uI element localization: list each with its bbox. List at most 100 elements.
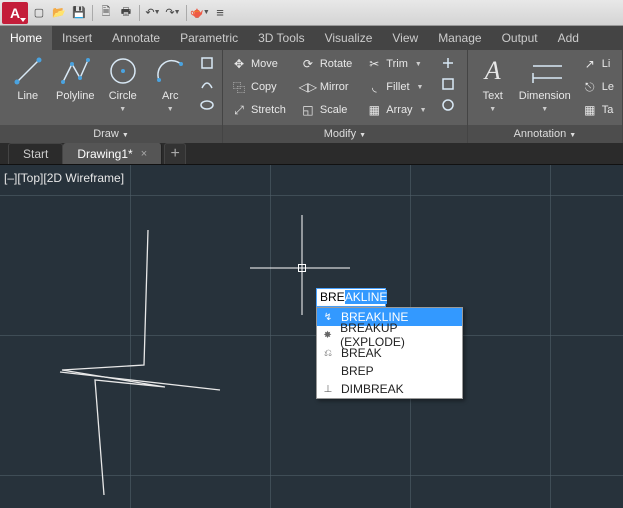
close-icon[interactable]: × [141, 148, 147, 160]
table-button[interactable]: ▦Ta [580, 100, 616, 120]
arc-label: Arc [162, 90, 179, 102]
qat-saveas[interactable]: 🗎 [97, 4, 115, 22]
array-icon: ▦ [366, 102, 382, 118]
ribbon-tab-3dtools[interactable]: 3D Tools [248, 26, 314, 50]
polyline-button[interactable]: Polyline [54, 54, 98, 102]
tab-label: Drawing1* [77, 147, 132, 161]
tab-start[interactable]: Start [8, 143, 63, 164]
qat-undo[interactable]: ↶▼ [144, 4, 162, 22]
title-bar: A ▢ 📂 💾 🗎 🖶 ↶▼ ↷▼ 🫖▼ ≡ [0, 0, 623, 26]
chevron-down-icon: ▼ [420, 107, 427, 114]
dynamic-input[interactable]: BREAKLINE [316, 288, 386, 307]
add-tab-button[interactable]: + [164, 143, 186, 164]
copy-button[interactable]: ⿻Copy [229, 77, 288, 97]
ribbon: Line Polyline Circle ▼ Arc ▼ Draw▼ [0, 50, 623, 143]
modify-mini-2[interactable] [439, 75, 457, 93]
chevron-down-icon: ▼ [415, 61, 422, 68]
tab-drawing1[interactable]: Drawing1* × [63, 143, 162, 164]
autocomplete-item-brep[interactable]: BREP [317, 362, 462, 380]
panel-annotation-title[interactable]: Annotation▼ [468, 125, 622, 143]
copy-icon: ⿻ [231, 79, 247, 95]
modify-mini-1[interactable] [439, 54, 457, 72]
text-label: Text [483, 90, 503, 102]
command-typed: BRE [320, 290, 345, 304]
trim-button[interactable]: ✂Trim▼ [364, 54, 428, 74]
stretch-button[interactable]: ⤢Stretch [229, 100, 288, 120]
mirror-button[interactable]: ◁▷Mirror [298, 77, 354, 97]
ribbon-tab-insert[interactable]: Insert [52, 26, 102, 50]
rotate-icon: ⟳ [300, 56, 316, 72]
chevron-down-icon: ▼ [489, 104, 496, 116]
qat-new[interactable]: ▢ [30, 4, 48, 22]
qat-customize[interactable]: ≡ [211, 4, 229, 22]
scale-icon: ◱ [300, 102, 316, 118]
dimension-icon [528, 54, 562, 88]
text-button[interactable]: A Text ▼ [474, 54, 512, 116]
panel-modify: ✥Move ⿻Copy ⤢Stretch ⟳Rotate ◁▷Mirror ◱S… [223, 50, 468, 143]
circle-icon [106, 54, 140, 88]
table-icon: ▦ [582, 102, 598, 118]
drawing-canvas[interactable]: [–][Top][2D Wireframe] BREAKLINE ↯ BREAK… [0, 165, 623, 508]
circle-label: Circle [109, 90, 137, 102]
polyline-icon [58, 54, 92, 88]
dimension-button[interactable]: Dimension ▼ [516, 54, 574, 116]
panel-draw-title[interactable]: Draw▼ [0, 125, 222, 143]
qat-redo[interactable]: ↷▼ [164, 4, 182, 22]
stretch-icon: ⤢ [231, 102, 247, 118]
trim-icon: ✂ [366, 56, 382, 72]
qat-save[interactable]: 💾 [70, 4, 88, 22]
command-input[interactable]: BREAKLINE [316, 288, 386, 307]
chevron-down-icon: ▼ [541, 104, 548, 116]
qat-print[interactable]: 🖶 [117, 4, 135, 22]
ribbon-tab-parametric[interactable]: Parametric [170, 26, 248, 50]
array-button[interactable]: ▦Array▼ [364, 100, 428, 120]
move-button[interactable]: ✥Move [229, 54, 288, 74]
chevron-down-icon: ▼ [119, 104, 126, 116]
autocomplete-item-breakup[interactable]: ✸ BREAKUP (EXPLODE) [317, 326, 462, 344]
chevron-down-icon: ▼ [417, 84, 424, 91]
text-icon: A [476, 54, 510, 88]
leader-button[interactable]: ↗Li [580, 54, 616, 74]
arc-icon [153, 54, 187, 88]
mirror-icon: ◁▷ [300, 79, 316, 95]
rotate-button[interactable]: ⟳Rotate [298, 54, 354, 74]
scale-button[interactable]: ◱Scale [298, 100, 354, 120]
panel-draw: Line Polyline Circle ▼ Arc ▼ Draw▼ [0, 50, 223, 143]
dimbreak-icon: ⊥ [321, 382, 335, 396]
quick-access-toolbar: ▢ 📂 💾 🗎 🖶 ↶▼ ↷▼ 🫖▼ ≡ [30, 4, 229, 22]
ribbon-tab-view[interactable]: View [382, 26, 428, 50]
ribbon-tab-output[interactable]: Output [492, 26, 548, 50]
fillet-button[interactable]: ◟Fillet▼ [364, 77, 428, 97]
qat-plot[interactable]: 🫖▼ [191, 4, 209, 22]
autocomplete-label: BREAK [341, 346, 382, 360]
qat-separator [92, 5, 93, 21]
ribbon-tab-annotate[interactable]: Annotate [102, 26, 170, 50]
modify-mini-3[interactable] [439, 96, 457, 114]
ribbon-tab-home[interactable]: Home [0, 26, 52, 50]
qat-separator [186, 5, 187, 21]
ribbon-tab-strip: Home Insert Annotate Parametric 3D Tools… [0, 26, 623, 50]
fillet-icon: ◟ [366, 79, 382, 95]
line-icon [11, 54, 45, 88]
dimension-label: Dimension [519, 90, 571, 102]
arc-button[interactable]: Arc ▼ [149, 54, 193, 116]
chevron-down-icon: ▼ [122, 132, 129, 139]
ribbon-tab-manage[interactable]: Manage [428, 26, 491, 50]
panel-modify-title[interactable]: Modify▼ [223, 125, 467, 143]
draw-mini-2[interactable] [198, 75, 216, 93]
draw-mini-1[interactable] [198, 54, 216, 72]
mleader-button[interactable]: ⎋Le [580, 77, 616, 97]
blank-icon [321, 364, 335, 378]
mleader-icon: ⎋ [582, 79, 598, 95]
circle-button[interactable]: Circle ▼ [101, 54, 145, 116]
line-button[interactable]: Line [6, 54, 50, 102]
ribbon-tab-visualize[interactable]: Visualize [315, 26, 383, 50]
qat-separator [139, 5, 140, 21]
qat-open[interactable]: 📂 [50, 4, 68, 22]
draw-mini-3[interactable] [198, 96, 216, 114]
chevron-down-icon: ▼ [569, 132, 576, 139]
drawing-content [0, 165, 623, 508]
ribbon-tab-addins[interactable]: Add [548, 26, 589, 50]
autocomplete-item-dimbreak[interactable]: ⊥ DIMBREAK [317, 380, 462, 398]
app-menu-button[interactable]: A [2, 2, 28, 24]
